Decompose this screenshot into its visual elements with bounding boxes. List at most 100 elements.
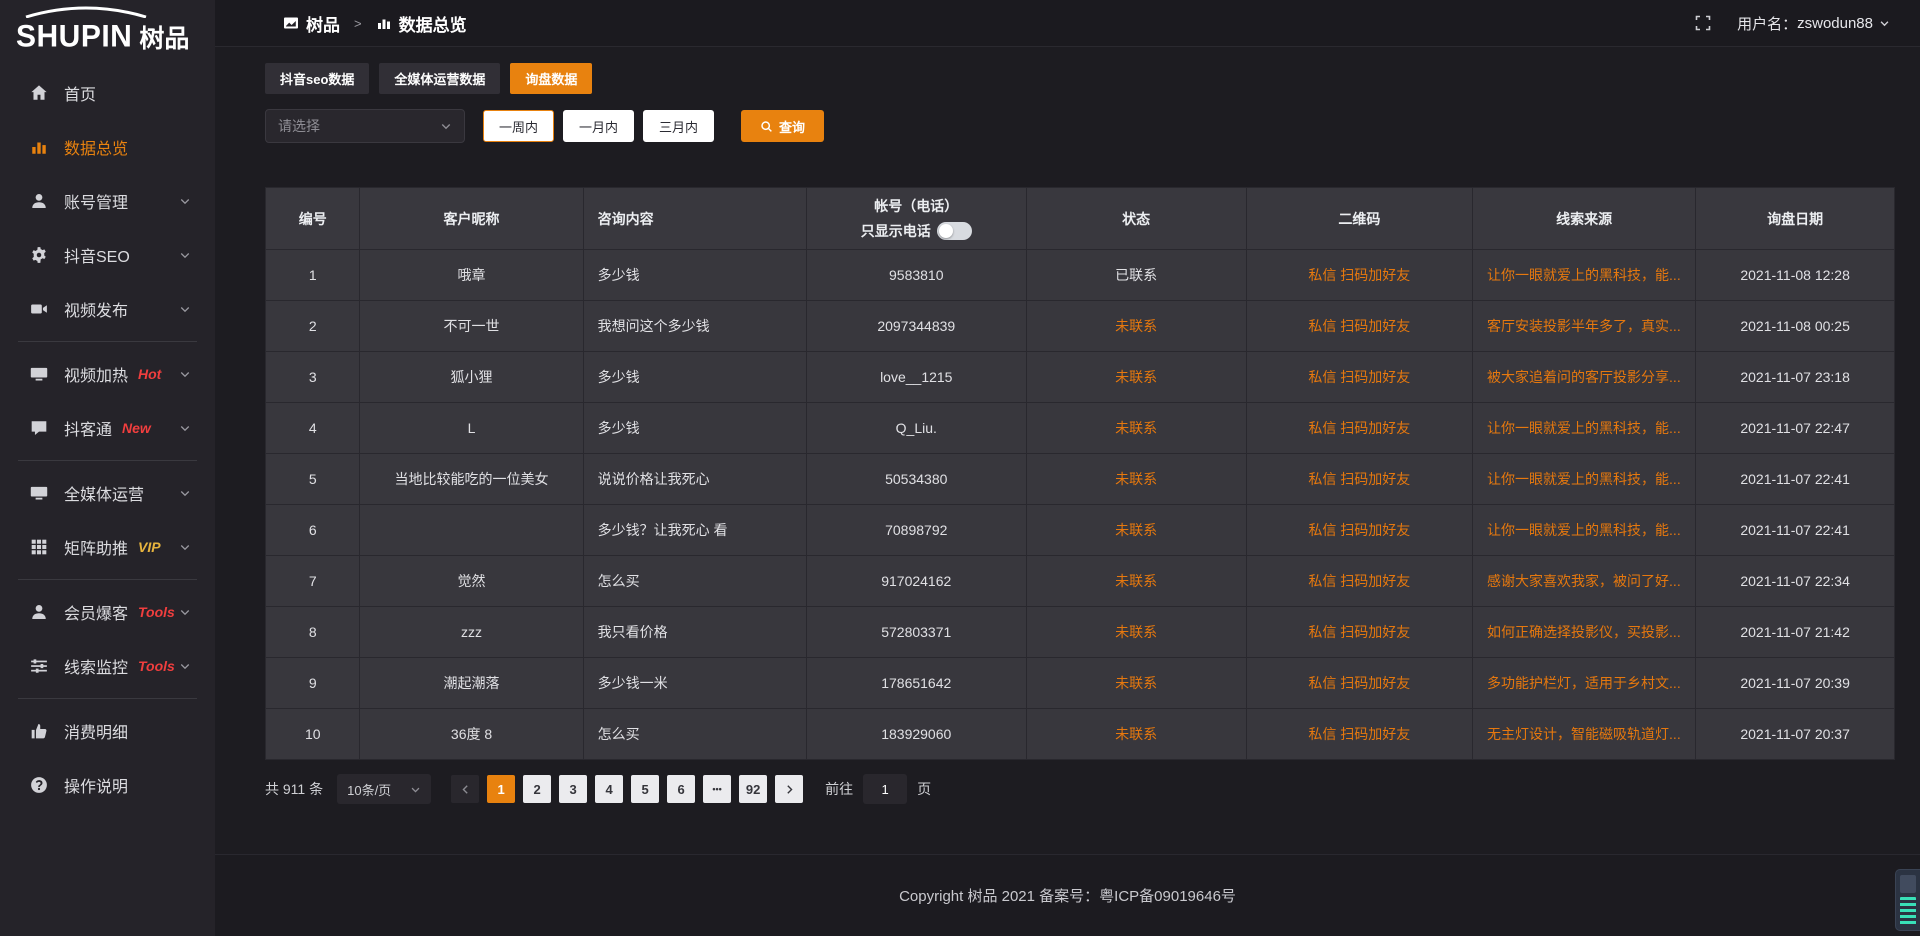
period-button-一周内[interactable]: 一周内 (483, 110, 554, 142)
qrcode-link[interactable]: 私信 扫码加好友 (1246, 250, 1472, 301)
table-header-row: 编号客户昵称咨询内容帐号（电话）只显示电话状态二维码线索来源询盘日期 (266, 188, 1895, 250)
sidebar-item-badge: Hot (138, 366, 161, 382)
source-link[interactable]: 让你一眼就爱上的黑科技，能... (1473, 505, 1696, 556)
phone-only-toggle[interactable] (937, 222, 972, 240)
source-link[interactable]: 无主灯设计，智能磁吸轨道灯... (1473, 709, 1696, 760)
toggle-knob (939, 224, 953, 238)
table-row: 5当地比较能吃的一位美女说说价格让我死心50534380未联系私信 扫码加好友让… (266, 454, 1895, 505)
column-header-帐号（电话）: 帐号（电话）只显示电话 (806, 188, 1026, 250)
sidebar-item-data-overview[interactable]: 数据总览 (0, 120, 215, 174)
page-size-select[interactable]: 10条/页 (337, 774, 431, 804)
inquiry-table-wrap: 编号客户昵称咨询内容帐号（电话）只显示电话状态二维码线索来源询盘日期 1哦章多少… (265, 187, 1895, 760)
phone-toggle-label: 只显示电话 (861, 221, 931, 241)
sidebar-item-all-media-operation[interactable]: 全媒体运营 (0, 466, 215, 520)
period-button-一月内[interactable]: 一月内 (563, 110, 634, 142)
qrcode-link[interactable]: 私信 扫码加好友 (1246, 403, 1472, 454)
content-cell: 怎么买 (583, 556, 806, 607)
page-button-4[interactable]: 4 (595, 775, 623, 803)
qrcode-link[interactable]: 私信 扫码加好友 (1246, 454, 1472, 505)
page-button-5[interactable]: 5 (631, 775, 659, 803)
row-number: 1 (266, 250, 360, 301)
tab-全媒体运营数据[interactable]: 全媒体运营数据 (379, 63, 500, 94)
phone-toggle-line: 只显示电话 (861, 221, 972, 241)
source-link[interactable]: 客厅安装投影半年多了，真实... (1473, 301, 1696, 352)
chevron-down-icon (179, 368, 191, 380)
fullscreen-icon[interactable] (1695, 15, 1711, 31)
sidebar-item-consumption-details[interactable]: 消费明细 (0, 704, 215, 758)
period-button-三月内[interactable]: 三月内 (643, 110, 714, 142)
sidebar-item-video-heating[interactable]: 视频加热Hot (0, 347, 215, 401)
qrcode-link[interactable]: 私信 扫码加好友 (1246, 607, 1472, 658)
next-page-button[interactable] (775, 775, 803, 803)
account-cell: 70898792 (806, 505, 1026, 556)
page-button-1[interactable]: 1 (487, 775, 515, 803)
copyright-text: Copyright 树品 2021 备案号：粤ICP备09019646号 (899, 885, 1236, 906)
status-cell: 未联系 (1026, 505, 1246, 556)
user-icon (30, 192, 48, 210)
sidebar-item-home[interactable]: 首页 (0, 66, 215, 120)
table-header: 编号客户昵称咨询内容帐号（电话）只显示电话状态二维码线索来源询盘日期 (266, 188, 1895, 250)
qrcode-link[interactable]: 私信 扫码加好友 (1246, 556, 1472, 607)
query-button[interactable]: 查询 (741, 110, 824, 142)
breadcrumb-app[interactable]: 树品 (306, 11, 340, 36)
filter-select-placeholder: 请选择 (278, 116, 320, 136)
qrcode-link[interactable]: 私信 扫码加好友 (1246, 352, 1472, 403)
sidebar-item-member-baoke[interactable]: 会员爆客Tools (0, 585, 215, 639)
sidebar-item-badge: New (122, 420, 151, 436)
source-link[interactable]: 让你一眼就爱上的黑科技，能... (1473, 250, 1696, 301)
qrcode-link[interactable]: 私信 扫码加好友 (1246, 505, 1472, 556)
sidebar-divider (18, 341, 197, 342)
page-button-92[interactable]: 92 (739, 775, 767, 803)
sidebar-item-video-publish[interactable]: 视频发布 (0, 282, 215, 336)
sidebar-item-label: 抖客通 (64, 416, 112, 440)
sidebar-item-matrix-boost[interactable]: 矩阵助推VIP (0, 520, 215, 574)
row-number: 10 (266, 709, 360, 760)
ellipsis-button[interactable]: ••• (703, 775, 731, 803)
page-button-6[interactable]: 6 (667, 775, 695, 803)
status-cell: 未联系 (1026, 556, 1246, 607)
chevron-down-icon (179, 195, 191, 207)
table-row: 8zzz我只看价格572803371未联系私信 扫码加好友如何正确选择投影仪，买… (266, 607, 1895, 658)
inquiry-table: 编号客户昵称咨询内容帐号（电话）只显示电话状态二维码线索来源询盘日期 1哦章多少… (265, 187, 1895, 760)
tab-抖音seo数据[interactable]: 抖音seo数据 (265, 63, 369, 94)
account-cell: 50534380 (806, 454, 1026, 505)
home-icon (30, 84, 48, 102)
username-value: zswodun88 (1797, 15, 1873, 32)
source-link[interactable]: 让你一眼就爱上的黑科技，能... (1473, 454, 1696, 505)
floating-widget[interactable] (1895, 869, 1920, 931)
source-link[interactable]: 让你一眼就爱上的黑科技，能... (1473, 403, 1696, 454)
page-button-2[interactable]: 2 (523, 775, 551, 803)
source-link[interactable]: 感谢大家喜欢我家，被问了好... (1473, 556, 1696, 607)
prev-page-button[interactable] (451, 775, 479, 803)
breadcrumb-separator: > (354, 16, 362, 31)
sidebar-item-douyin-seo[interactable]: 抖音SEO (0, 228, 215, 282)
sidebar-item-label: 账号管理 (64, 189, 128, 213)
page-button-3[interactable]: 3 (559, 775, 587, 803)
source-link[interactable]: 被大家追着问的客厅投影分享... (1473, 352, 1696, 403)
video-camera-icon (30, 300, 48, 318)
sidebar-item-clue-monitoring[interactable]: 线索监控Tools (0, 639, 215, 693)
source-link[interactable]: 多功能护栏灯，适用于乡村文... (1473, 658, 1696, 709)
date-cell: 2021-11-07 20:37 (1696, 709, 1895, 760)
filter-row: 请选择 一周内一月内三月内 查询 (265, 109, 1895, 143)
user-menu[interactable]: 用户名： zswodun88 (1737, 13, 1890, 34)
search-icon (760, 120, 773, 133)
filter-select[interactable]: 请选择 (265, 109, 465, 143)
sidebar-item-operation-guide[interactable]: 操作说明 (0, 758, 215, 812)
goto-page-input[interactable]: 1 (863, 774, 907, 804)
chevron-down-icon (410, 784, 421, 795)
sidebar-item-account-management[interactable]: 账号管理 (0, 174, 215, 228)
account-cell: 178651642 (806, 658, 1026, 709)
sidebar-item-douketong[interactable]: 抖客通 New (0, 401, 215, 455)
source-link[interactable]: 如何正确选择投影仪，买投影... (1473, 607, 1696, 658)
qrcode-link[interactable]: 私信 扫码加好友 (1246, 709, 1472, 760)
sidebar-nav: 首页数据总览账号管理抖音SEO视频发布视频加热Hot 抖客通 New 全媒体运营矩阵助… (0, 60, 215, 936)
qrcode-link[interactable]: 私信 扫码加好友 (1246, 301, 1472, 352)
breadcrumb-page[interactable]: 数据总览 (399, 11, 467, 36)
floating-widget-top (1900, 875, 1916, 893)
breadcrumb: 树品 > 数据总览 (283, 11, 467, 36)
content-cell: 我只看价格 (583, 607, 806, 658)
qrcode-link[interactable]: 私信 扫码加好友 (1246, 658, 1472, 709)
tab-询盘数据[interactable]: 询盘数据 (510, 63, 592, 94)
column-header-询盘日期: 询盘日期 (1696, 188, 1895, 250)
